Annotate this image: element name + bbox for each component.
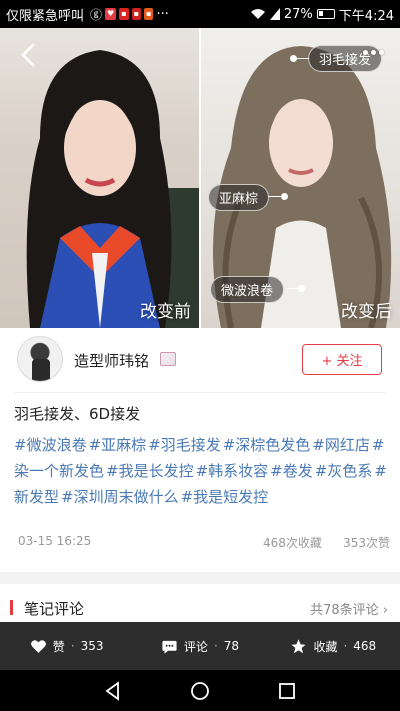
separator: ·	[70, 639, 75, 653]
before-photo-illustration	[26, 50, 199, 328]
app-icon: ▪	[119, 8, 129, 20]
more-options-icon[interactable]	[363, 50, 384, 55]
like-count-bar: 353	[80, 639, 104, 653]
hashtag-link[interactable]: #羽毛接发	[148, 436, 221, 454]
comments-label: 笔记评论	[24, 600, 85, 618]
signal-icon	[269, 8, 280, 20]
comment-action[interactable]: 评论 · 78	[133, 638, 266, 655]
back-triangle-icon[interactable]	[103, 680, 123, 701]
action-bar: 赞 · 353 评论 · 78 收藏 · 468	[0, 622, 400, 670]
status-bar: 仅限紧急呼叫 ⓖ ♥ ▪ ▪ ▪ ··· 27% 下午4:24	[0, 0, 400, 28]
comment-label: 评论	[183, 639, 208, 654]
netease-icon: ⓖ	[90, 7, 103, 22]
tag-micro-wave[interactable]: 微波浪卷	[210, 276, 285, 303]
hashtag-link[interactable]: #我是长发控	[106, 462, 194, 480]
app-icon: ▪	[131, 8, 142, 20]
comment-bubble-icon	[162, 640, 177, 654]
hashtag-link[interactable]: #深圳周末做什么	[61, 488, 179, 506]
verified-badge-icon	[160, 352, 176, 366]
favorite-label: 收藏	[313, 639, 338, 654]
separator: ·	[343, 639, 348, 653]
favorite-action[interactable]: 收藏 · 468	[267, 638, 400, 655]
like-action[interactable]: 赞 · 353	[0, 638, 133, 655]
hashtag-link[interactable]: #卷发	[270, 462, 313, 480]
author-row: 造型师玮铭 + 关注	[0, 328, 400, 392]
wifi-icon	[250, 9, 265, 19]
clock: 下午4:24	[338, 8, 394, 24]
separator: ·	[213, 639, 218, 653]
hashtag-link[interactable]: #韩系妆容	[196, 462, 269, 480]
tag-dot	[281, 193, 288, 200]
author-name[interactable]: 造型师玮铭	[74, 350, 149, 371]
follow-button[interactable]: + 关注	[302, 344, 382, 375]
tag-dot	[290, 55, 297, 62]
favorite-count: 468次收藏	[263, 536, 322, 550]
after-label: 改变后	[341, 302, 392, 322]
section-gap	[0, 572, 400, 584]
battery-icon	[316, 9, 335, 19]
comment-count-bar: 78	[223, 639, 240, 653]
heart-icon	[30, 639, 46, 653]
hashtag-link[interactable]: #我是短发控	[181, 488, 269, 506]
hair-photos[interactable]: 改变前 改变后 羽毛接发 亚麻棕 微波浪卷	[0, 28, 400, 328]
hashtag-link[interactable]: #网红店	[312, 436, 370, 454]
comments-count[interactable]: 共78条评论 ›	[310, 599, 388, 618]
tag-dot	[298, 285, 305, 292]
hashtag-link[interactable]: #微波浪卷	[14, 436, 87, 454]
system-nav-bar	[0, 670, 400, 711]
hashtag-link[interactable]: #灰色系	[315, 462, 373, 480]
hashtag-list: #微波浪卷 #亚麻棕 #羽毛接发 #深棕色发色 #网红店 #染一个新发色 #我是长发控 #韩系…	[14, 432, 390, 510]
status-right: 27% 下午4:24	[250, 5, 394, 24]
divider	[14, 392, 386, 393]
before-photo[interactable]: 改变前	[0, 28, 199, 328]
comments-header[interactable]: 笔记评论 共78条评论 ›	[0, 584, 400, 622]
section-accent-bar	[10, 600, 13, 615]
post-title: 羽毛接发、6D接发	[14, 405, 141, 423]
like-count: 353次赞	[343, 536, 390, 550]
favorite-count-bar: 468	[353, 639, 377, 653]
back-arrow-icon[interactable]	[18, 42, 38, 68]
battery-percent: 27%	[283, 6, 313, 22]
notification-icons: ⓖ ♥ ▪ ▪ ▪ ···	[90, 6, 169, 23]
like-label: 赞	[52, 639, 65, 654]
hashtag-link[interactable]: #深棕色发色	[223, 436, 311, 454]
star-icon	[291, 638, 307, 653]
recents-square-icon[interactable]	[277, 681, 297, 701]
home-circle-icon[interactable]	[190, 681, 210, 701]
post-date: 03-15 16:25	[18, 534, 92, 548]
health-app-icon: ♥	[105, 8, 117, 20]
app-icon: ▪	[144, 8, 154, 20]
more-notifications-icon: ···	[156, 6, 169, 22]
hashtag-link[interactable]: #亚麻棕	[89, 436, 147, 454]
chevron-right-icon: ›	[382, 603, 388, 618]
avatar[interactable]	[17, 336, 63, 382]
tag-flax-brown[interactable]: 亚麻棕	[208, 184, 270, 211]
carrier-text: 仅限紧急呼叫	[6, 8, 85, 24]
before-label: 改变前	[140, 302, 191, 322]
